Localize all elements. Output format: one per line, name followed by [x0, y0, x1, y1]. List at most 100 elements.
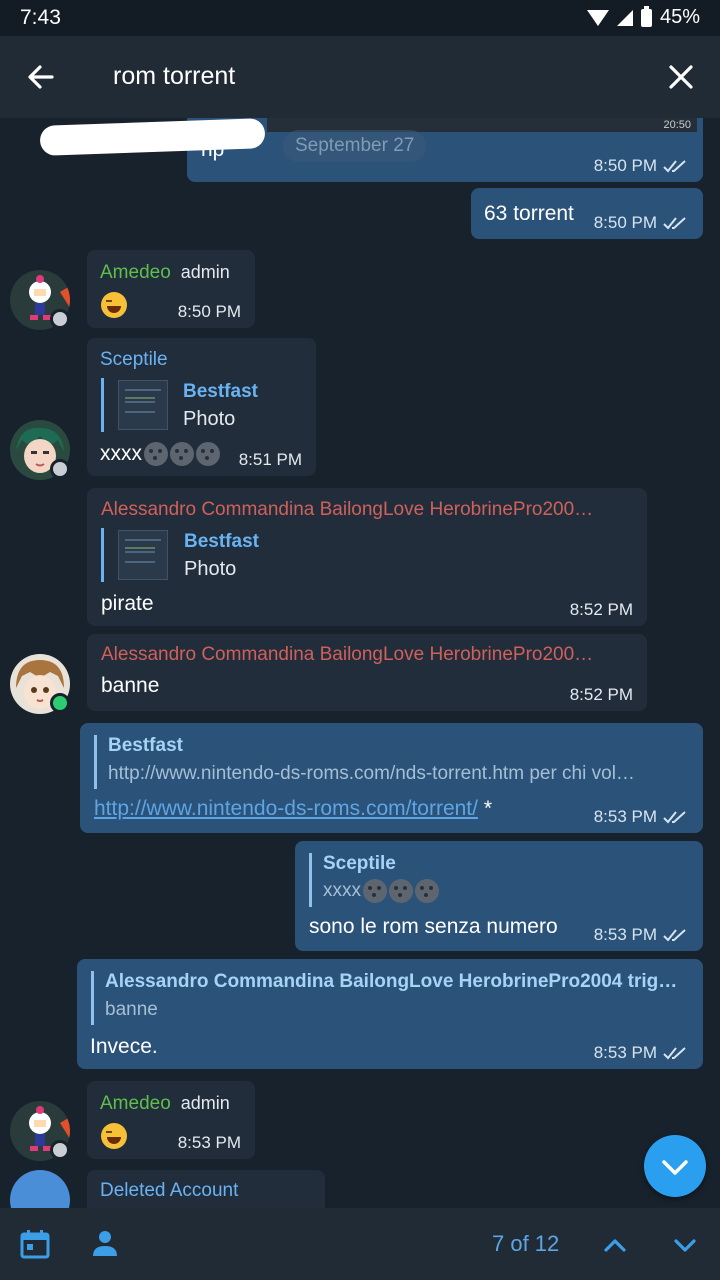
smile-emoji-icon: [101, 1123, 127, 1149]
message-bubble[interactable]: Amedeo admin 8:50 PM: [87, 250, 255, 328]
status-bar: 7:43 45%: [0, 0, 720, 36]
reply-quote[interactable]: Bestfast Photo: [101, 528, 401, 582]
message-content: xxxx: [100, 442, 220, 466]
message-time: 8:52 PM: [569, 685, 633, 704]
reply-text: banne: [105, 999, 158, 1020]
reply-quote[interactable]: Sceptile xxxx: [309, 853, 689, 907]
chevron-down-icon: [662, 1160, 688, 1175]
sender-name[interactable]: Amedeo: [100, 1093, 171, 1114]
sender-name[interactable]: Alessandro Commandina BailongLove Herobr…: [101, 644, 641, 666]
search-result-counter: 7 of 12: [492, 1231, 560, 1256]
message-bubble[interactable]: Sceptile Bestfast Photo xxxx 8:51 PM: [87, 338, 316, 476]
message-meta: 8:50 PM: [594, 156, 689, 176]
message-time: 8:51 PM: [238, 450, 302, 469]
message-bubble[interactable]: Amedeo admin 8:53 PM: [87, 1081, 255, 1159]
message-time: 8:53 PM: [593, 1043, 657, 1062]
message-bubble[interactable]: Bestfast http://www.nintendo-ds-roms.com…: [80, 723, 703, 833]
message-meta: 8:50 PM: [178, 302, 241, 322]
message-bubble[interactable]: Alessandro Commandina BailongLove Herobr…: [87, 488, 647, 626]
search-input[interactable]: rom torrent: [113, 62, 235, 91]
double-check-icon: [663, 160, 686, 173]
reply-text: xxxx: [323, 880, 361, 901]
message-time: 8:52 PM: [569, 600, 633, 619]
avatar[interactable]: [10, 1170, 70, 1208]
message-text: sono le rom senza numero: [309, 915, 558, 938]
reply-name: Sceptile: [323, 853, 396, 874]
sender-name[interactable]: Deleted Account: [100, 1180, 238, 1202]
sender-name[interactable]: Sceptile: [100, 349, 168, 371]
chevron-down-icon[interactable]: [670, 1230, 700, 1260]
moon-emoji-icon: [144, 442, 168, 466]
status-icons: 45%: [586, 5, 700, 29]
message-meta: 8:51 PM: [239, 450, 302, 470]
message-time: 8:53 PM: [593, 807, 657, 826]
message-text: pirate: [101, 592, 154, 615]
sender-name[interactable]: Amedeo: [100, 262, 171, 283]
reply-name: Bestfast: [184, 531, 259, 552]
status-dot: [50, 309, 70, 329]
double-check-icon: [663, 929, 686, 942]
reply-content: xxxx: [323, 879, 689, 903]
admin-badge: admin: [180, 1093, 230, 1113]
person-icon[interactable]: [90, 1228, 120, 1258]
calendar-icon[interactable]: [20, 1229, 50, 1259]
reply-thumbnail: [118, 530, 168, 580]
online-dot: [50, 693, 70, 713]
message-time: 8:50 PM: [177, 302, 241, 321]
message-bubble[interactable]: Alessandro Commandina BailongLove Herobr…: [87, 634, 647, 711]
moon-emoji-icon: [389, 879, 413, 903]
message-meta: 8:52 PM: [570, 600, 633, 620]
moon-emoji-icon: [196, 442, 220, 466]
message-time: 8:50 PM: [593, 156, 657, 175]
status-time: 7:43: [20, 6, 61, 29]
chevron-up-icon[interactable]: [600, 1230, 630, 1260]
smile-emoji-icon: [101, 292, 127, 318]
message-time: 8:50 PM: [593, 213, 657, 232]
reply-quote[interactable]: Bestfast http://www.nintendo-ds-roms.com…: [94, 735, 690, 789]
double-check-icon: [663, 811, 686, 824]
message-bubble[interactable]: Sceptile xxxx sono le rom senza numero 8…: [295, 841, 703, 951]
reply-name: Alessandro Commandina BailongLove Herobr…: [105, 971, 678, 992]
message-time: 8:53 PM: [177, 1133, 241, 1152]
reply-text: http://www.nintendo-ds-roms.com/nds-torr…: [108, 763, 635, 784]
search-navigation-bar: 7 of 12: [0, 1208, 720, 1280]
admin-badge: admin: [180, 262, 230, 282]
signal-icon: [616, 9, 633, 26]
moon-emoji-icon: [170, 442, 194, 466]
message-link[interactable]: http://www.nintendo-ds-roms.com/torrent/: [94, 797, 478, 820]
reply-quote[interactable]: Bestfast Photo: [101, 378, 301, 432]
chat-history[interactable]: 20:50 rip 8:50 PM September 27 63 torren…: [0, 118, 720, 1208]
message-text: xxxx: [100, 442, 142, 465]
sender-name[interactable]: Alessandro Commandina BailongLove Herobr…: [101, 499, 641, 521]
battery-icon: [640, 5, 652, 27]
message-text: Invece.: [90, 1035, 158, 1058]
date-pill: September 27: [283, 130, 427, 162]
status-dot: [50, 1140, 70, 1160]
message-time: 8:53 PM: [593, 925, 657, 944]
message-meta: 8:53 PM: [594, 807, 689, 827]
message-bubble[interactable]: Alessandro Commandina BailongLove Herobr…: [77, 959, 703, 1069]
double-check-icon: [663, 1047, 686, 1060]
sender-row: Amedeo admin: [100, 1093, 230, 1115]
back-arrow-icon[interactable]: [22, 58, 60, 96]
message-bubble[interactable]: 63 torrent 8:50 PM: [471, 188, 703, 239]
reply-quote[interactable]: Alessandro Commandina BailongLove Herobr…: [91, 971, 691, 1025]
message-bubble[interactable]: 20:50 rip 8:50 PM: [187, 118, 703, 182]
message-content: http://www.nintendo-ds-roms.com/torrent/…: [94, 797, 492, 821]
moon-emoji-icon: [363, 879, 387, 903]
reply-name: Bestfast: [108, 735, 183, 756]
message-meta: 8:53 PM: [178, 1133, 241, 1153]
search-toolbar: rom torrent: [0, 36, 720, 118]
screenshot-clock: 20:50: [663, 119, 691, 131]
message-text: 63 torrent: [484, 202, 574, 225]
close-icon[interactable]: [662, 58, 700, 96]
reply-text: Photo: [184, 558, 237, 580]
message-suffix: *: [477, 797, 492, 820]
message-meta: 8:52 PM: [570, 685, 633, 705]
battery-percent: 45%: [659, 6, 700, 28]
double-check-icon: [663, 217, 686, 230]
wifi-icon: [586, 9, 609, 26]
message-bubble[interactable]: Deleted Account: [87, 1170, 325, 1208]
message-meta: 8:53 PM: [594, 1043, 689, 1063]
scroll-down-button[interactable]: [644, 1135, 706, 1197]
